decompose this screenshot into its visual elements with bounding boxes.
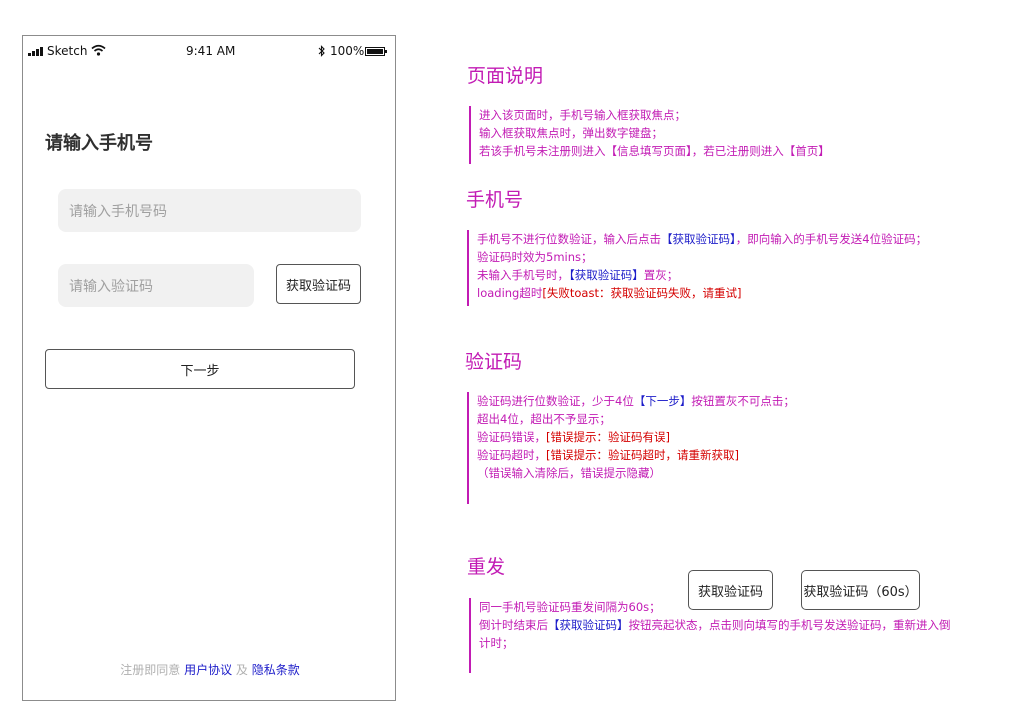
get-code-button[interactable]: 获取验证码 xyxy=(276,264,361,304)
note-line: 超出4位，超出不予显示； xyxy=(477,412,611,426)
note-error-text: [错误提示：验证码超时，请重新获取] xyxy=(546,448,739,462)
note-highlight: 【获取验证码】 xyxy=(548,618,629,632)
phone-notes-block: 手机号不进行位数验证，输入后点击【获取验证码】，即向输入的手机号发送4位验证码；… xyxy=(467,230,927,306)
resend-notes-title: 重发 xyxy=(467,556,506,578)
note-highlight: 【下一步】 xyxy=(633,394,692,408)
phone-notes-title: 手机号 xyxy=(466,189,524,211)
bluetooth-icon xyxy=(318,45,325,57)
note-line: 进入该页面时，手机号输入框获取焦点； xyxy=(479,108,686,122)
note-line: （错误输入清除后，错误提示隐藏） xyxy=(477,466,661,480)
note-highlight: 【获取验证码】 xyxy=(661,232,736,246)
note-text: 按钮亮起状态，点击则向填写的手机号发送验证码，重新进入倒 xyxy=(628,618,951,632)
note-line: 计时； xyxy=(479,636,514,650)
note-line: loading超时[失败toast：获取验证码失败，请重试] xyxy=(477,284,927,302)
code-notes-block: 验证码进行位数验证，少于4位【下一步】按钮置灰不可点击； 超出4位，超出不予显示… xyxy=(467,392,795,504)
note-text: 倒计时结束后 xyxy=(479,618,548,632)
note-text: 置灰； xyxy=(643,268,679,282)
note-error-text: [失败toast：获取验证码失败，请重试] xyxy=(542,286,742,300)
user-agreement-link[interactable]: 用户协议 xyxy=(184,663,232,677)
note-text: 按钮置灰不可点击； xyxy=(691,394,795,408)
battery-icon xyxy=(365,47,387,56)
agreement-and: 及 xyxy=(235,663,248,677)
wifi-icon xyxy=(91,44,106,56)
phone-mockup: Sketch 9:41 AM 100% 请输入手机号 请输入手机号码 请输入验证… xyxy=(22,35,396,701)
note-highlight: 【获取验证码】 xyxy=(569,268,644,282)
agreement-prefix: 注册即同意 xyxy=(120,663,181,677)
battery-percent: 100% xyxy=(330,44,365,58)
note-line: 验证码时效为5mins； xyxy=(477,250,593,264)
note-line: 倒计时结束后【获取验证码】按钮亮起状态，点击则向填写的手机号发送验证码，重新进入… xyxy=(479,616,951,634)
page-notes-title: 页面说明 xyxy=(467,65,544,87)
note-line: 输入框获取焦点时，弹出数字键盘； xyxy=(479,126,663,140)
signal-icon xyxy=(28,47,44,56)
code-input-placeholder: 请输入验证码 xyxy=(69,278,153,295)
code-notes-title: 验证码 xyxy=(465,351,523,373)
resend-notes-block: 同一手机号验证码重发间隔为60s； 倒计时结束后【获取验证码】按钮亮起状态，点击… xyxy=(469,598,951,673)
note-text: 手机号不进行位数验证，输入后点击 xyxy=(477,232,661,246)
note-error-text: [错误提示：验证码有误] xyxy=(546,430,670,444)
page-title: 请输入手机号 xyxy=(45,133,153,154)
note-line: 验证码进行位数验证，少于4位【下一步】按钮置灰不可点击； xyxy=(477,392,795,410)
note-line: 若该手机号未注册则进入【信息填写页面】，若已注册则进入【首页】 xyxy=(479,144,830,158)
agreement-notice: 注册即同意 用户协议 及 隐私条款 xyxy=(23,661,397,678)
note-line: 验证码超时，[错误提示：验证码超时，请重新获取] xyxy=(477,446,795,464)
note-text: ，即向输入的手机号发送4位验证码； xyxy=(735,232,928,246)
carrier-label: Sketch xyxy=(47,44,88,58)
phone-number-input[interactable]: 请输入手机号码 xyxy=(58,189,361,232)
note-text: 验证码进行位数验证，少于4位 xyxy=(477,394,634,408)
note-text: loading超时 xyxy=(477,286,543,300)
note-line: 手机号不进行位数验证，输入后点击【获取验证码】，即向输入的手机号发送4位验证码； xyxy=(477,230,927,248)
note-text: 验证码超时， xyxy=(477,448,546,462)
page-notes-block: 进入该页面时，手机号输入框获取焦点； 输入框获取焦点时，弹出数字键盘； 若该手机… xyxy=(469,106,830,164)
note-text: 未输入手机号时， xyxy=(477,268,569,282)
note-line: 同一手机号验证码重发间隔为60s； xyxy=(479,600,661,614)
status-time: 9:41 AM xyxy=(186,44,236,58)
privacy-policy-link[interactable]: 隐私条款 xyxy=(252,663,300,677)
next-step-button[interactable]: 下一步 xyxy=(45,349,355,389)
note-text: 验证码错误， xyxy=(477,430,546,444)
phone-input-placeholder: 请输入手机号码 xyxy=(69,203,167,220)
verification-code-input[interactable]: 请输入验证码 xyxy=(58,264,254,307)
note-line: 未输入手机号时，【获取验证码】置灰； xyxy=(477,266,927,284)
note-line: 验证码错误，[错误提示：验证码有误] xyxy=(477,428,795,446)
